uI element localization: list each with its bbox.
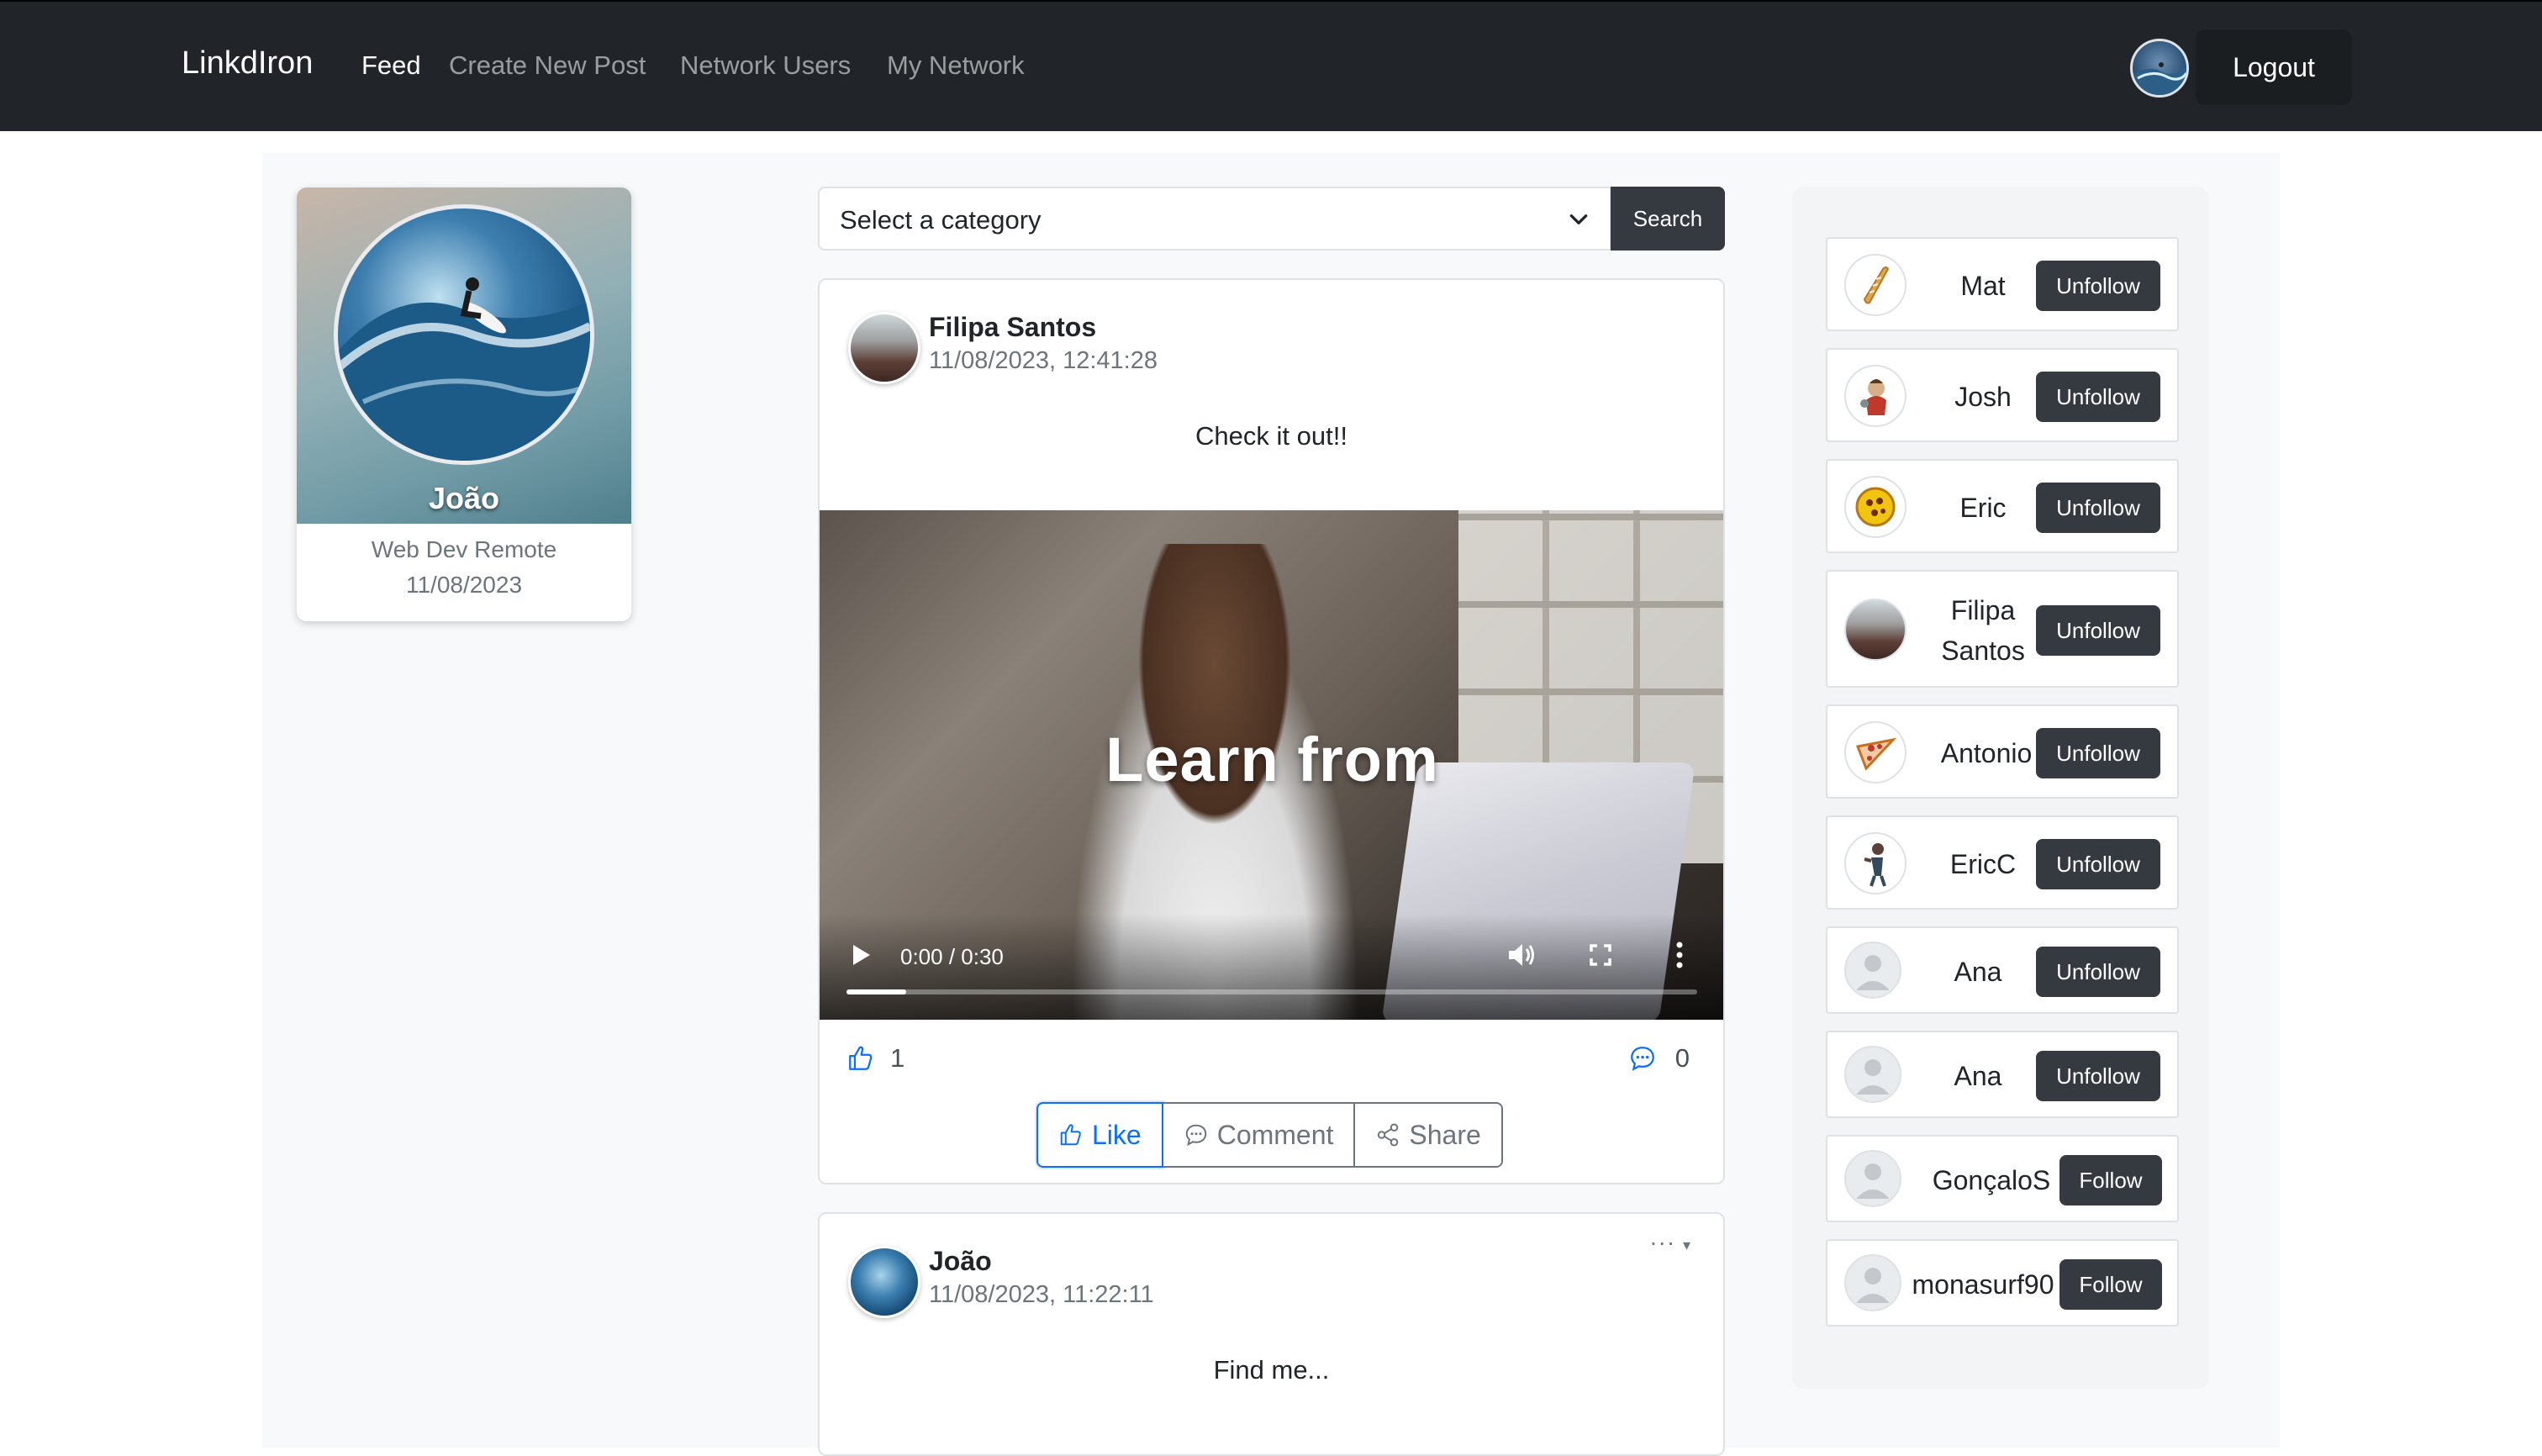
video-progress-fill bbox=[846, 989, 906, 994]
post-options-dots: ··· bbox=[1649, 1229, 1676, 1255]
unfollow-button[interactable]: Unfollow bbox=[2036, 372, 2160, 422]
network-user-name[interactable]: Eric bbox=[1920, 488, 2046, 528]
post-author-name[interactable]: João bbox=[929, 1246, 992, 1277]
baguette-icon[interactable] bbox=[1844, 254, 1906, 316]
video-time: 0:00 / 0:30 bbox=[900, 944, 1004, 969]
network-user-card: Eric Unfollow bbox=[1826, 459, 2179, 553]
unfollow-button[interactable]: Unfollow bbox=[2036, 605, 2160, 656]
network-user-name[interactable]: Filipa Santos bbox=[1920, 590, 2046, 671]
post-author-avatar[interactable] bbox=[848, 1246, 920, 1318]
video-player[interactable]: Learn from 0:00 / 0:30 bbox=[820, 510, 1723, 1020]
share-icon bbox=[1378, 1123, 1399, 1147]
post-timestamp: 11/08/2023, 12:41:28 bbox=[929, 347, 1158, 374]
post-card: ··· ▾ João 11/08/2023, 11:22:11 Find me.… bbox=[818, 1212, 1725, 1456]
comment-icon bbox=[1630, 1047, 1654, 1071]
post-text: Find me... bbox=[1213, 1355, 1330, 1385]
network-user-card: Ana Unfollow bbox=[1826, 1031, 2179, 1118]
unfollow-button[interactable]: Unfollow bbox=[2036, 839, 2160, 889]
play-icon[interactable] bbox=[852, 944, 872, 966]
comment-count-value: 0 bbox=[1674, 1043, 1690, 1073]
like-count-value: 1 bbox=[890, 1043, 905, 1073]
post-action-bar: Like Comment Share bbox=[1036, 1102, 1503, 1168]
network-user-name[interactable]: Ana bbox=[1915, 1056, 2041, 1096]
caret-down-icon: ▾ bbox=[1682, 1237, 1691, 1253]
chevron-down-icon bbox=[1569, 214, 1588, 224]
brand-logo[interactable]: LinkdIron bbox=[182, 45, 313, 82]
network-user-name[interactable]: monasurf90 bbox=[1901, 1264, 2065, 1305]
default-user-icon[interactable] bbox=[1844, 942, 1901, 999]
network-user-name[interactable]: Josh bbox=[1920, 377, 2046, 417]
network-user-name[interactable]: Mat bbox=[1920, 266, 2046, 306]
unfollow-button[interactable]: Unfollow bbox=[2036, 1051, 2160, 1101]
unfollow-button[interactable]: Unfollow bbox=[2036, 261, 2160, 311]
post-author-name[interactable]: Filipa Santos bbox=[929, 312, 1096, 343]
profile-name: João bbox=[428, 481, 500, 515]
comment-count: 0 bbox=[1628, 1042, 1690, 1075]
network-user-card: Filipa Santos Unfollow bbox=[1826, 570, 2179, 688]
network-user-card: monasurf90 Follow bbox=[1826, 1239, 2179, 1327]
like-count: 1 bbox=[846, 1042, 904, 1075]
post-text: Check it out!! bbox=[1195, 421, 1347, 451]
network-user-card: Ana Unfollow bbox=[1826, 926, 2179, 1014]
video-controls: 0:00 / 0:30 bbox=[820, 914, 1723, 1020]
pizza-icon[interactable] bbox=[1844, 721, 1906, 783]
nav-link-create-post[interactable]: Create New Post bbox=[449, 50, 646, 81]
search-button[interactable]: Search bbox=[1611, 187, 1725, 251]
figure-icon[interactable] bbox=[1844, 832, 1906, 894]
network-user-card: Josh Unfollow bbox=[1826, 348, 2179, 442]
profile-cover bbox=[297, 187, 631, 524]
like-button-label: Like bbox=[1092, 1119, 1142, 1150]
post-author-avatar[interactable] bbox=[848, 312, 920, 384]
follow-button[interactable]: Follow bbox=[2059, 1155, 2162, 1205]
pie-icon[interactable] bbox=[1844, 476, 1906, 538]
default-user-icon[interactable] bbox=[1844, 1254, 1901, 1311]
user-avatar[interactable] bbox=[2130, 39, 2189, 98]
nav-link-network-users[interactable]: Network Users bbox=[680, 50, 851, 81]
share-button[interactable]: Share bbox=[1355, 1102, 1503, 1168]
character-icon[interactable] bbox=[1844, 365, 1906, 427]
network-user-card: Antonio Unfollow bbox=[1826, 704, 2179, 799]
comment-icon bbox=[1185, 1124, 1206, 1147]
comment-button[interactable]: Comment bbox=[1163, 1102, 1356, 1168]
post-options-menu[interactable]: ··· ▾ bbox=[1649, 1229, 1691, 1256]
follow-button[interactable]: Follow bbox=[2059, 1259, 2162, 1310]
volume-icon[interactable] bbox=[1507, 942, 1536, 968]
video-caption: Learn from bbox=[1105, 725, 1439, 794]
profile-job-title: Web Dev Remote bbox=[371, 536, 557, 562]
like-button[interactable]: Like bbox=[1036, 1102, 1163, 1168]
nav-link-feed[interactable]: Feed bbox=[361, 50, 421, 81]
network-user-name[interactable]: GonçaloS bbox=[1912, 1160, 2071, 1200]
network-user-name[interactable]: Ana bbox=[1915, 952, 2041, 992]
more-options-icon[interactable] bbox=[1675, 941, 1684, 969]
unfollow-button[interactable]: Unfollow bbox=[2036, 728, 2160, 778]
category-select-value: Select a category bbox=[840, 205, 1042, 235]
network-user-card: EricC Unfollow bbox=[1826, 815, 2179, 910]
network-user-card: GonçaloS Follow bbox=[1826, 1135, 2179, 1222]
video-progress-bar[interactable] bbox=[846, 989, 1697, 994]
share-button-label: Share bbox=[1409, 1119, 1481, 1150]
comment-button-label: Comment bbox=[1216, 1119, 1334, 1150]
navbar: LinkdIron Feed Create New Post Network U… bbox=[0, 0, 2542, 131]
thumbs-up-icon bbox=[849, 1046, 873, 1070]
category-select[interactable]: Select a category bbox=[818, 187, 1611, 251]
network-user-name[interactable]: EricC bbox=[1920, 844, 2046, 884]
logout-button[interactable]: Logout bbox=[2196, 29, 2352, 105]
profile-photo bbox=[334, 204, 594, 465]
default-user-icon[interactable] bbox=[1844, 1046, 1901, 1103]
user-photo[interactable] bbox=[1844, 599, 1906, 661]
profile-date: 11/08/2023 bbox=[405, 572, 523, 598]
fullscreen-icon[interactable] bbox=[1590, 944, 1611, 966]
default-user-icon[interactable] bbox=[1844, 1150, 1901, 1207]
nav-link-my-network[interactable]: My Network bbox=[887, 50, 1025, 81]
unfollow-button[interactable]: Unfollow bbox=[2036, 947, 2160, 997]
unfollow-button[interactable]: Unfollow bbox=[2036, 483, 2160, 533]
thumbs-up-icon bbox=[1060, 1124, 1081, 1146]
post-card: Filipa Santos 11/08/2023, 12:41:28 Check… bbox=[818, 278, 1725, 1184]
post-timestamp: 11/08/2023, 11:22:11 bbox=[929, 1281, 1154, 1308]
network-user-card: Mat Unfollow bbox=[1826, 237, 2179, 331]
